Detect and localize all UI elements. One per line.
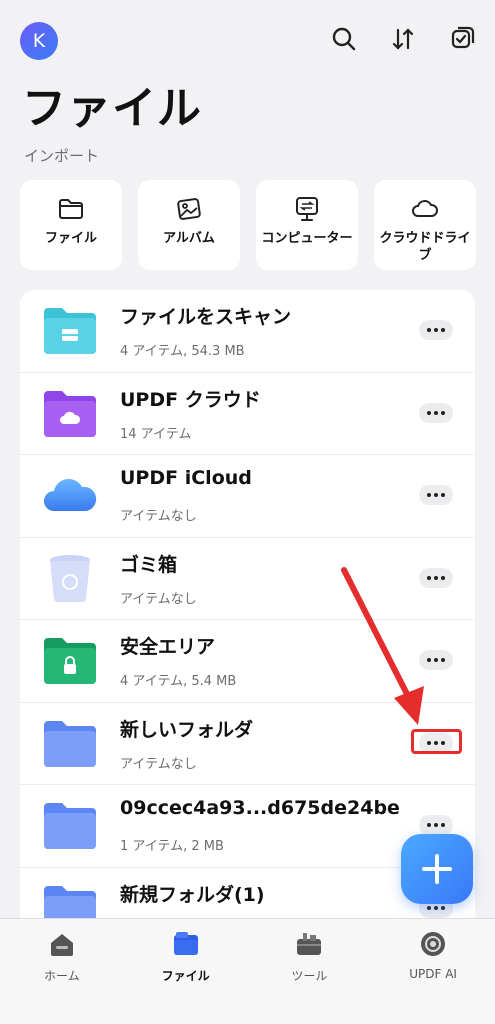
nav-item-updf-ai[interactable]: UPDF AI — [371, 919, 495, 1024]
list-item[interactable]: ファイルをスキャン 4 アイテム, 54.3 MB — [20, 290, 475, 373]
cloud-folder-icon — [44, 390, 96, 437]
file-name: 新規フォルダ(1) — [120, 883, 265, 906]
import-album-label: アルバム — [163, 231, 215, 246]
page-title: ファイル — [22, 83, 202, 134]
photos-icon — [177, 198, 201, 220]
bottom-navigation: ホーム ファイル ツール UPDF AI — [0, 918, 495, 1024]
file-name: UPDF クラウド — [120, 388, 261, 411]
nav-label-files: ファイル — [161, 969, 210, 983]
avatar[interactable]: K — [20, 22, 58, 60]
nav-label-updf-ai: UPDF AI — [409, 967, 457, 981]
toolbox-icon — [297, 933, 322, 955]
computer-transfer-icon — [296, 197, 318, 221]
folder-outline-icon — [59, 199, 83, 219]
icloud-icon — [44, 478, 97, 511]
file-meta: 14 アイテム — [120, 426, 192, 442]
import-computer-label: コンピューター — [261, 231, 353, 246]
file-meta: 1 アイテム, 2 MB — [120, 839, 224, 854]
file-meta: アイテムなし — [120, 509, 197, 524]
trash-icon — [50, 554, 90, 602]
search-icon[interactable] — [329, 24, 359, 54]
sort-icon[interactable] — [388, 24, 418, 54]
more-options-button[interactable] — [419, 815, 453, 835]
file-name: 09ccec4a93...d675de24be — [120, 797, 400, 819]
more-options-button[interactable] — [419, 485, 453, 505]
select-icon[interactable] — [448, 24, 478, 54]
file-name: 新しいフォルダ — [120, 718, 254, 741]
file-name: 安全エリア — [120, 636, 216, 658]
file-name: UPDF iCloud — [120, 467, 252, 489]
file-name: ファイルをスキャン — [120, 306, 292, 328]
add-button[interactable] — [401, 834, 473, 904]
nav-label-tools: ツール — [291, 969, 328, 983]
file-meta: アイテムなし — [120, 591, 197, 607]
folder-icon — [44, 803, 96, 849]
nav-label-home: ホーム — [44, 969, 80, 983]
nav-item-files[interactable]: ファイル — [124, 919, 248, 1024]
avatar-initial: K — [32, 30, 46, 52]
import-files-button[interactable]: ファイル — [20, 180, 122, 270]
list-item[interactable]: UPDF クラウド 14 アイテム — [20, 373, 475, 455]
file-meta: 4 アイテム, 5.4 MB — [120, 674, 237, 689]
secure-folder-icon — [44, 638, 96, 684]
import-files-label: ファイル — [44, 231, 97, 246]
files-icon — [173, 932, 198, 955]
annotation-arrow — [341, 567, 424, 725]
home-icon — [50, 934, 73, 956]
plus-icon — [422, 854, 452, 884]
import-cloud-drive-button[interactable]: クラウドドライブ — [374, 180, 476, 270]
annotation-highlight-box — [411, 729, 462, 754]
import-options: ファイル アルバム コンピューター クラウドドライブ — [20, 180, 476, 270]
top-bar: K — [0, 0, 495, 80]
file-meta: アイテムなし — [120, 756, 197, 772]
list-item[interactable]: UPDF iCloud アイテムなし — [20, 455, 475, 538]
ai-icon — [421, 932, 446, 956]
scan-folder-icon — [44, 308, 96, 354]
cloud-icon — [412, 200, 438, 217]
import-cloud-drive-label: クラウドドライブ — [379, 231, 471, 263]
import-section-label: インポート — [24, 147, 100, 165]
nav-item-tools[interactable]: ツール — [248, 919, 372, 1024]
more-options-button[interactable] — [419, 402, 453, 423]
nav-item-home[interactable]: ホーム — [0, 919, 124, 1024]
import-album-button[interactable]: アルバム — [138, 180, 240, 270]
more-options-button[interactable] — [419, 320, 453, 340]
folder-icon — [44, 720, 96, 767]
file-name: ゴミ箱 — [120, 553, 178, 576]
file-meta: 4 アイテム, 54.3 MB — [120, 344, 245, 359]
import-computer-button[interactable]: コンピューター — [256, 180, 358, 270]
